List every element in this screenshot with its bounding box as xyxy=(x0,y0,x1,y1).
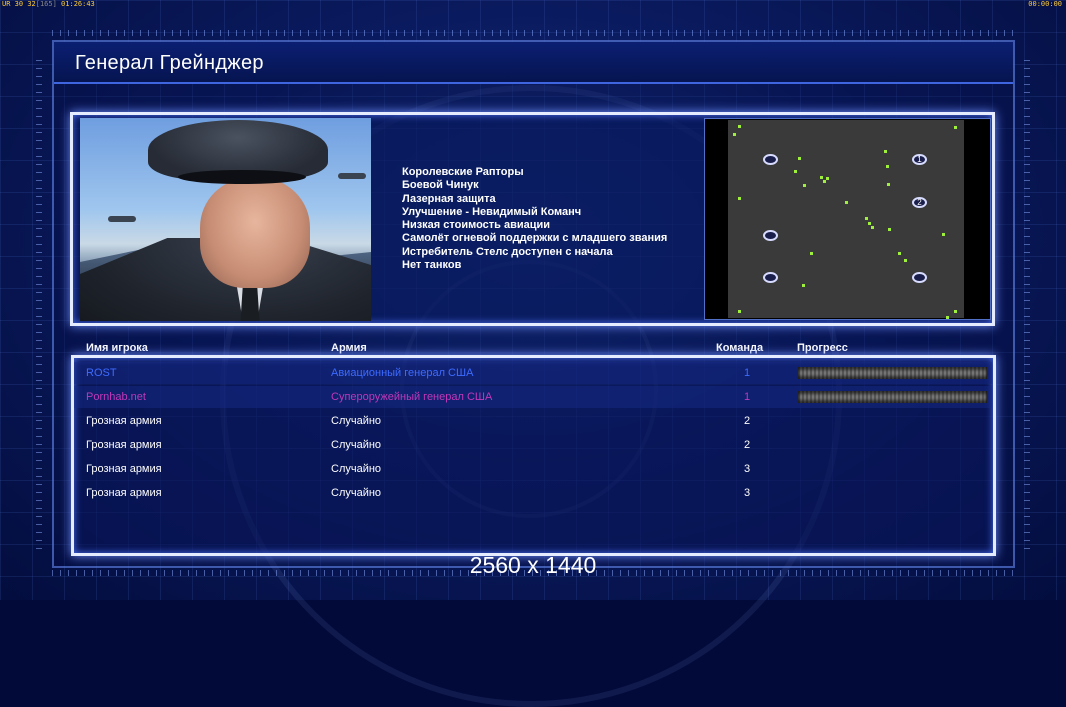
player-row[interactable]: Грозная армия Случайно 2 xyxy=(74,410,992,432)
player-team: 3 xyxy=(744,487,751,499)
supply-marker xyxy=(823,180,826,183)
general-portrait xyxy=(80,118,371,321)
bonus-item: Боевой Чинук xyxy=(402,179,479,192)
supply-marker xyxy=(954,310,957,313)
bonus-item: Королевские Рапторы xyxy=(402,166,524,178)
supply-marker xyxy=(845,201,848,204)
helicopter-icon xyxy=(338,173,366,179)
player-army: Случайно xyxy=(331,487,382,499)
status-value-b: 32 xyxy=(27,0,36,8)
supply-marker xyxy=(798,157,801,160)
supply-marker xyxy=(738,310,741,313)
general-title: Генерал Грейнджер xyxy=(75,52,264,74)
bonus-item: Лазерная защита xyxy=(402,192,496,205)
bonus-item: Истребитель Стелс доступен с начала xyxy=(402,245,613,258)
bonus-item: Нет танков xyxy=(402,259,462,272)
player-team: 1 xyxy=(744,367,751,379)
player-name: Грозная армия xyxy=(86,463,162,475)
player-name: ROST xyxy=(86,367,117,379)
player-progress-bar xyxy=(798,391,987,403)
supply-marker xyxy=(810,252,813,255)
column-header-player-name: Имя игрока xyxy=(86,342,148,354)
player-army: Случайно xyxy=(331,439,382,451)
player-army: Супероружейный генерал США xyxy=(331,391,493,403)
player-progress-bar xyxy=(798,367,987,379)
portrait-visor xyxy=(178,170,306,184)
status-time: 01:26:43 xyxy=(61,0,95,8)
supply-marker xyxy=(865,217,868,220)
supply-marker xyxy=(802,284,805,287)
start-position-1[interactable]: 1 xyxy=(912,154,927,165)
player-name: Грозная армия xyxy=(86,439,162,451)
status-left: UR 30 32[165] 01:26:43 xyxy=(2,0,95,8)
player-row[interactable]: Грозная армия Случайно 2 xyxy=(74,434,992,456)
supply-marker xyxy=(904,259,907,262)
bonus-item: Низкая стоимость авиации xyxy=(402,219,551,232)
supply-marker xyxy=(738,197,741,200)
supply-marker xyxy=(871,226,874,229)
player-team: 1 xyxy=(744,391,751,403)
status-value-c: [165] xyxy=(35,0,57,8)
player-army: Случайно xyxy=(331,463,382,475)
status-bar: UR 30 32[165] 01:26:43 00:00:00 xyxy=(0,0,1066,10)
start-position[interactable] xyxy=(763,230,778,241)
supply-marker xyxy=(794,170,797,173)
status-prefix: UR xyxy=(2,0,11,8)
supply-marker xyxy=(886,165,889,168)
start-position[interactable] xyxy=(912,272,927,283)
player-name: Грозная армия xyxy=(86,487,162,499)
column-header-progress: Прогресс xyxy=(797,342,848,354)
start-position-2[interactable]: 2 xyxy=(912,197,927,208)
general-bonuses-list: Королевские Рапторы Боевой Чинук Лазерна… xyxy=(402,166,667,272)
frame-ticks-right xyxy=(1024,60,1030,550)
player-team: 2 xyxy=(744,439,751,451)
supply-marker xyxy=(942,233,945,236)
supply-marker xyxy=(803,184,806,187)
player-row[interactable]: Pornhab.net Супероружейный генерал США 1 xyxy=(74,386,992,408)
frame-ticks-top xyxy=(52,30,1015,36)
supply-marker xyxy=(946,316,949,319)
supply-marker xyxy=(868,222,871,225)
status-right-time: 00:00:00 xyxy=(1028,0,1062,8)
player-name: Pornhab.net xyxy=(86,391,146,403)
resolution-label: 2560 x 1440 xyxy=(469,552,597,578)
bonus-item: Самолёт огневой поддержки с младшего зва… xyxy=(402,232,668,245)
helicopter-icon xyxy=(108,216,136,222)
supply-marker xyxy=(888,228,891,231)
portrait-face xyxy=(200,178,310,288)
column-header-army: Армия xyxy=(331,342,367,354)
bonus-item: Улучшение - Невидимый Команч xyxy=(402,205,582,218)
player-name: Грозная армия xyxy=(86,415,162,427)
supply-marker xyxy=(738,125,741,128)
supply-marker xyxy=(887,183,890,186)
player-army: Авиационный генерал США xyxy=(331,367,474,379)
supply-marker xyxy=(820,176,823,179)
supply-marker xyxy=(826,177,829,180)
player-row[interactable]: ROST Авиационный генерал США 1 xyxy=(74,362,992,384)
player-team: 2 xyxy=(744,415,751,427)
start-position[interactable] xyxy=(763,272,778,283)
player-army: Случайно xyxy=(331,415,382,427)
supply-marker xyxy=(733,133,736,136)
column-header-team: Команда xyxy=(716,342,764,354)
player-team: 3 xyxy=(744,463,751,475)
player-row[interactable]: Грозная армия Случайно 3 xyxy=(74,482,992,504)
start-position[interactable] xyxy=(763,154,778,165)
player-row[interactable]: Грозная армия Случайно 3 xyxy=(74,458,992,480)
frame-ticks-left xyxy=(36,60,42,550)
map-terrain: 1 2 xyxy=(728,120,964,319)
supply-marker xyxy=(954,126,957,129)
status-value-a: 30 xyxy=(14,0,24,8)
supply-marker xyxy=(884,150,887,153)
supply-marker xyxy=(898,252,901,255)
